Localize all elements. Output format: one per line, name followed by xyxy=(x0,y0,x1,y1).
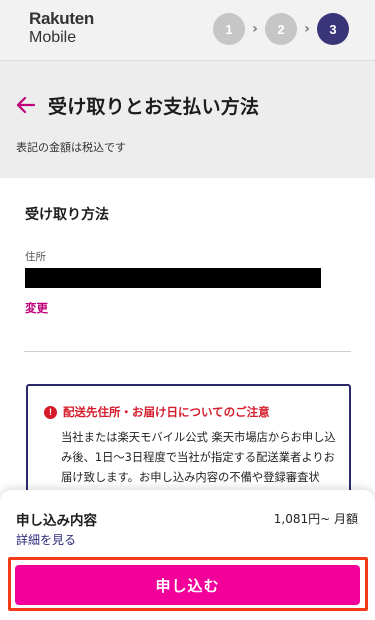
change-address-link[interactable]: 変更 xyxy=(25,300,48,316)
page-title: 受け取りとお支払い方法 xyxy=(48,96,260,118)
step-2: 2 xyxy=(265,13,297,45)
chevron-right-icon: › xyxy=(304,21,310,37)
address-label: 住所 xyxy=(25,251,46,263)
step-1: 1 xyxy=(213,13,245,45)
logo-line1: Rakuten xyxy=(29,9,94,28)
divider xyxy=(24,351,351,352)
arrow-left-icon[interactable] xyxy=(14,93,38,117)
step-3-active: 3 xyxy=(317,13,349,45)
shipping-notice-box: ! 配送先住所・お届け日についてのご注意 当社または楽天モバイル公式 楽天市場店… xyxy=(26,384,351,504)
view-details-link[interactable]: 詳細を見る xyxy=(16,531,76,548)
notice-title: 配送先住所・お届け日についてのご注意 xyxy=(63,405,270,419)
order-summary-title: 申し込み内容 xyxy=(16,513,97,529)
logo-line2: Mobile xyxy=(29,29,77,46)
section-title: 受け取り方法 xyxy=(25,207,109,223)
chevron-right-icon: › xyxy=(252,21,258,37)
order-summary-sheet: 申し込み内容 1,081円~ 月額 詳細を見る 申し込む xyxy=(0,490,375,620)
monthly-price: 1,081円~ 月額 xyxy=(273,512,358,526)
address-value-redacted xyxy=(25,268,321,288)
header-divider xyxy=(0,60,375,61)
apply-button[interactable]: 申し込む xyxy=(15,565,360,605)
header: Rakuten Mobile 1 › 2 › 3 xyxy=(0,0,375,60)
exclamation-icon: ! xyxy=(44,405,57,419)
step-indicator: 1 › 2 › 3 xyxy=(213,13,349,45)
notice-header: ! 配送先住所・お届け日についてのご注意 xyxy=(44,404,270,420)
rakuten-mobile-logo[interactable]: Rakuten Mobile xyxy=(29,10,94,46)
tax-note: 表記の金額は税込です xyxy=(16,141,126,154)
